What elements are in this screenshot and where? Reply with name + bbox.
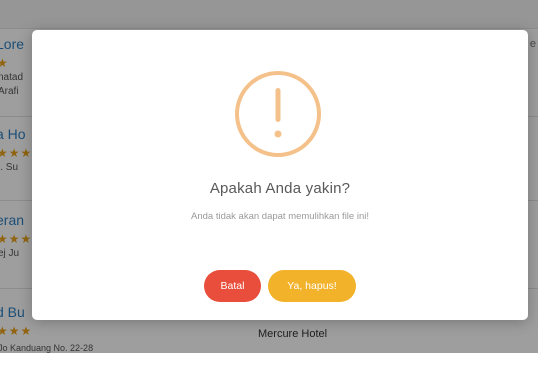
confirm-delete-button[interactable]: Ya, hapus! xyxy=(268,270,356,302)
dialog-message: Anda tidak akan dapat memulihkan file in… xyxy=(191,211,369,222)
cancel-button[interactable]: Batal xyxy=(204,270,261,302)
confirm-dialog: Apakah Anda yakin? Anda tidak akan dapat… xyxy=(32,30,528,320)
dialog-title: Apakah Anda yakin? xyxy=(209,180,351,197)
exclamation-circle-icon xyxy=(235,71,321,157)
